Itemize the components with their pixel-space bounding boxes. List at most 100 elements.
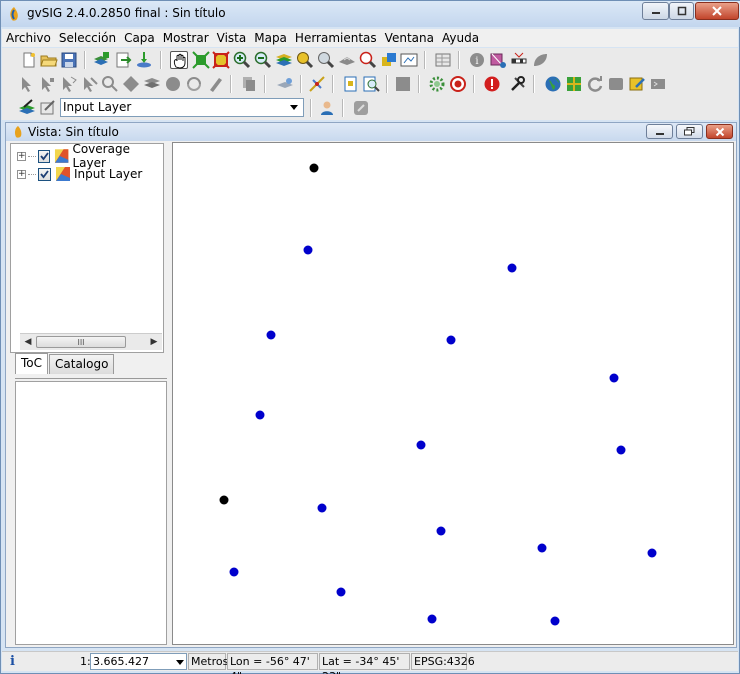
layer-name: Input Layer bbox=[74, 167, 143, 181]
select-circle-icon[interactable] bbox=[101, 75, 119, 93]
expand-icon[interactable]: + bbox=[17, 169, 26, 179]
zoom-rect-icon[interactable] bbox=[359, 51, 377, 69]
layer-properties-icon[interactable] bbox=[39, 99, 57, 117]
info-icon[interactable]: i bbox=[468, 51, 486, 69]
input-layer-point bbox=[436, 526, 446, 536]
info-icon[interactable]: i bbox=[10, 654, 15, 669]
zoom-select-icon[interactable] bbox=[212, 51, 230, 69]
georeference-icon[interactable] bbox=[135, 51, 153, 69]
toc-layer-input[interactable]: + Input Layer bbox=[17, 166, 142, 182]
maximize-button[interactable] bbox=[669, 2, 694, 20]
refresh-icon[interactable] bbox=[586, 75, 604, 93]
transform-icon[interactable] bbox=[352, 99, 370, 117]
user-location-icon[interactable] bbox=[318, 99, 336, 117]
settings-gear-icon[interactable] bbox=[428, 75, 446, 93]
leaf-icon[interactable] bbox=[531, 51, 549, 69]
toc-layer-coverage[interactable]: + Coverage Layer bbox=[17, 142, 163, 170]
menu-ventana[interactable]: Ventana bbox=[381, 29, 438, 47]
full-extent-icon[interactable] bbox=[192, 51, 210, 69]
invert-selection-icon[interactable] bbox=[185, 75, 203, 93]
tools-icon[interactable] bbox=[509, 75, 527, 93]
edit-table-icon[interactable] bbox=[628, 75, 646, 93]
table-icon[interactable] bbox=[434, 51, 452, 69]
tab-catalogo[interactable]: Catalogo bbox=[49, 354, 115, 374]
select-area-icon[interactable] bbox=[122, 75, 140, 93]
layers-icon[interactable] bbox=[275, 51, 293, 69]
close-button[interactable] bbox=[695, 2, 739, 20]
print-layout-icon[interactable] bbox=[342, 75, 360, 93]
view-minimize-button[interactable] bbox=[646, 124, 673, 139]
scroll-thumb[interactable]: III bbox=[36, 336, 126, 348]
scroll-right-icon[interactable]: ▶ bbox=[148, 336, 160, 348]
console-icon[interactable] bbox=[649, 75, 667, 93]
separator bbox=[533, 75, 535, 93]
active-layer-value: Input Layer bbox=[63, 100, 132, 114]
chevron-down-icon bbox=[287, 100, 301, 115]
open-folder-icon[interactable] bbox=[40, 51, 58, 69]
layer-visibility-checkbox[interactable] bbox=[37, 149, 51, 163]
select-all-icon[interactable] bbox=[164, 75, 182, 93]
menu-archivo[interactable]: Archivo bbox=[2, 29, 55, 47]
scroll-left-icon[interactable]: ◀ bbox=[22, 336, 34, 348]
window-icon[interactable] bbox=[607, 75, 625, 93]
app-window: gvSIG 2.4.0.2850 final : Sin título Arch… bbox=[0, 0, 740, 674]
zoom-in-icon[interactable] bbox=[233, 51, 251, 69]
edit-layer-icon[interactable] bbox=[18, 99, 36, 117]
scale-dropdown[interactable]: 3.665.427 bbox=[90, 653, 187, 670]
copy-icon[interactable] bbox=[240, 75, 258, 93]
tree-connector bbox=[28, 173, 36, 175]
menu-seleccion[interactable]: Selección bbox=[55, 29, 120, 47]
find-icon[interactable] bbox=[362, 75, 380, 93]
zoom-back-icon[interactable] bbox=[317, 51, 335, 69]
select-point-icon[interactable] bbox=[38, 75, 56, 93]
stop-icon[interactable] bbox=[394, 75, 412, 93]
globe-icon[interactable] bbox=[544, 75, 562, 93]
select-polygon-icon[interactable] bbox=[59, 75, 77, 93]
view-close-button[interactable] bbox=[706, 124, 733, 139]
menu-ayuda[interactable]: Ayuda bbox=[438, 29, 483, 47]
select-by-rect-icon[interactable] bbox=[380, 51, 398, 69]
tab-toc[interactable]: ToC bbox=[15, 353, 49, 374]
save-icon[interactable] bbox=[60, 51, 78, 69]
expand-icon[interactable]: + bbox=[17, 151, 26, 161]
scale-bar-icon[interactable] bbox=[510, 51, 528, 69]
view-restore-button[interactable] bbox=[676, 124, 703, 139]
geoprocess-icon[interactable] bbox=[276, 75, 294, 93]
toc-horizontal-scrollbar[interactable]: ◀ III ▶ bbox=[20, 333, 162, 350]
map-tile-icon[interactable] bbox=[565, 75, 583, 93]
menu-mostrar[interactable]: Mostrar bbox=[159, 29, 213, 47]
maximize-icon bbox=[677, 6, 686, 16]
error-icon[interactable] bbox=[483, 75, 501, 93]
separator bbox=[230, 75, 232, 93]
new-file-icon[interactable] bbox=[20, 51, 38, 69]
select-line-icon[interactable] bbox=[80, 75, 98, 93]
close-icon bbox=[712, 6, 722, 16]
menu-mapa[interactable]: Mapa bbox=[250, 29, 291, 47]
select-layer-icon[interactable] bbox=[143, 75, 161, 93]
menu-bar: Archivo Selección Capa Mostrar Vista Map… bbox=[2, 29, 738, 47]
select-arrow-icon[interactable] bbox=[18, 75, 36, 93]
checkmark-icon bbox=[40, 169, 49, 178]
zoom-out-icon[interactable] bbox=[254, 51, 272, 69]
measure-icon[interactable] bbox=[400, 51, 418, 69]
menu-capa[interactable]: Capa bbox=[120, 29, 159, 47]
snap-icon[interactable] bbox=[308, 75, 326, 93]
target-icon[interactable] bbox=[449, 75, 467, 93]
separator bbox=[473, 75, 475, 93]
vector-layer-icon bbox=[55, 149, 69, 163]
clear-selection-icon[interactable] bbox=[206, 75, 224, 93]
zoom-layer-icon[interactable] bbox=[296, 51, 314, 69]
add-layer-icon[interactable] bbox=[92, 51, 110, 69]
minimize-button[interactable] bbox=[642, 2, 669, 20]
menu-vista[interactable]: Vista bbox=[213, 29, 251, 47]
pan-icon[interactable] bbox=[170, 51, 188, 69]
layer-visibility-checkbox[interactable] bbox=[38, 167, 51, 181]
table-of-contents: + Coverage Layer + Input Layer bbox=[10, 142, 164, 353]
overview-map[interactable] bbox=[15, 381, 167, 645]
hyperlink-icon[interactable] bbox=[489, 51, 507, 69]
locator-icon[interactable] bbox=[338, 51, 356, 69]
map-canvas[interactable] bbox=[172, 142, 734, 645]
menu-herramientas[interactable]: Herramientas bbox=[291, 29, 381, 47]
export-icon[interactable] bbox=[114, 51, 132, 69]
active-layer-dropdown[interactable]: Input Layer bbox=[60, 98, 304, 117]
